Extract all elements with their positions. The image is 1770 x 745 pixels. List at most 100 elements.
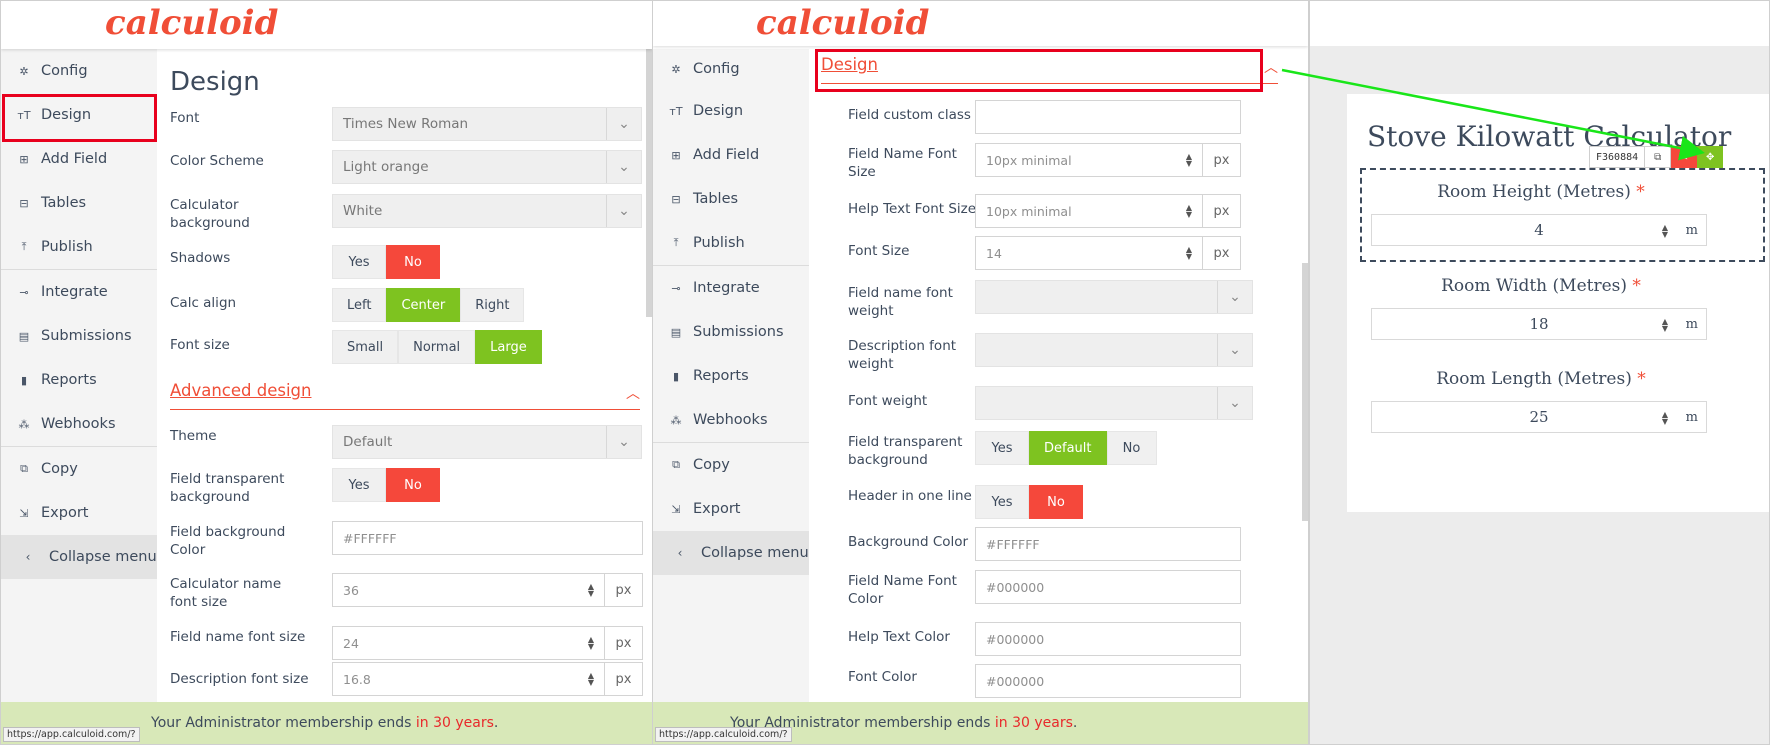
sidebar-item-design[interactable]: ᴛT Design — [1, 93, 157, 137]
field-name-font-size-input[interactable]: 24 ▲ ▼ — [332, 626, 605, 660]
stepper-icon[interactable]: ▲ ▼ — [588, 636, 594, 651]
field-transparent-yes-button[interactable]: Yes — [332, 468, 386, 502]
help-text-font-size-input[interactable]: 10px minimal ▲ ▼ — [975, 194, 1203, 228]
calculator-preview-pane: Stove Kilowatt Calculator F360884 ⧉ ✎ ✥ … — [1309, 0, 1770, 745]
sidebar-item-reports[interactable]: ▮ Reports — [653, 354, 809, 398]
theme-select[interactable]: Default ⌄ — [332, 425, 642, 459]
design-section-title: Design — [821, 55, 878, 74]
sidebar-item-export[interactable]: ⇲ Export — [653, 487, 809, 531]
webhook-icon: ⁂ — [18, 417, 30, 431]
sidebar-item-collapse-menu[interactable]: ‹ Collapse menu — [653, 531, 809, 575]
font-select[interactable]: Times New Roman ⌄ — [332, 107, 642, 141]
stepper-icon[interactable]: ▲ ▼ — [588, 583, 594, 598]
sidebar-item-submissions[interactable]: ▤ Submissions — [1, 314, 157, 358]
stepper-icon[interactable]: ▲ ▼ — [1186, 246, 1192, 261]
sidebar-item-label: Publish — [693, 235, 745, 251]
chevron-down-icon: ⌄ — [606, 426, 641, 458]
stepper-icon[interactable]: ▲ ▼ — [1186, 204, 1192, 219]
stepper-icon[interactable]: ▲ ▼ — [1662, 224, 1668, 239]
chevron-down-icon: ⌄ — [606, 151, 641, 183]
room-width-input[interactable]: 18 ▲ ▼ m — [1371, 308, 1707, 340]
stepper-icon[interactable]: ▲ ▼ — [1662, 318, 1668, 333]
text-size-icon: ᴛT — [669, 104, 683, 118]
text-size-icon: ᴛT — [17, 108, 31, 122]
move-field-icon[interactable]: ✥ — [1697, 146, 1724, 168]
sidebar-item-export[interactable]: ⇲ Export — [1, 491, 157, 535]
field-transparent-yes-button[interactable]: Yes — [975, 431, 1029, 465]
custom-class-input[interactable] — [975, 100, 1241, 134]
field-transparent-row: Field transparent background Yes No — [170, 468, 640, 508]
field-label-text: Room Height (Metres) — [1437, 182, 1631, 202]
duplicate-field-icon[interactable]: ⧉ — [1645, 146, 1672, 168]
font-size-small-button[interactable]: Small — [332, 330, 399, 364]
scrollbar[interactable] — [1302, 263, 1308, 521]
stepper-icon[interactable]: ▲ ▼ — [1662, 411, 1668, 426]
sidebar-item-config[interactable]: ✲ Config — [1, 49, 157, 93]
status-url: https://app.calculoid.com/? — [3, 727, 140, 742]
sidebar-item-publish[interactable]: ⤒ Publish — [1, 225, 157, 269]
sidebar-item-reports[interactable]: ▮ Reports — [1, 358, 157, 402]
field-bg-color-input[interactable]: #FFFFFF — [332, 521, 643, 555]
advanced-design-header[interactable]: Advanced design ︿ — [170, 381, 640, 410]
sidebar-item-label: Webhooks — [693, 412, 768, 428]
calc-name-font-size-input[interactable]: 36 ▲ ▼ — [332, 573, 605, 607]
calc-background-select[interactable]: White ⌄ — [332, 194, 642, 228]
room-length-input[interactable]: 25 ▲ ▼ m — [1371, 401, 1707, 433]
chevron-left-icon: ‹ — [25, 550, 31, 564]
sidebar-item-label: Design — [693, 103, 744, 119]
field-transparent-no-button[interactable]: No — [1106, 431, 1157, 465]
header-one-line-no-button[interactable]: No — [1029, 485, 1083, 519]
room-height-input[interactable]: 4 ▲ ▼ m — [1371, 214, 1707, 246]
sidebar-item-webhooks[interactable]: ⁂ Webhooks — [653, 398, 809, 442]
font-size-toggle: Small Normal Large — [332, 330, 542, 364]
shadows-yes-button[interactable]: Yes — [332, 245, 386, 279]
font-size-large-button[interactable]: Large — [475, 330, 542, 364]
sidebar-item-copy[interactable]: ⧉ Copy — [653, 443, 809, 487]
copy-icon: ⧉ — [20, 462, 28, 475]
field-name-font-weight-select[interactable]: ⌄ — [975, 280, 1253, 314]
px-unit-label: px — [605, 662, 643, 696]
calculoid-logo[interactable]: calculoid — [105, 3, 278, 43]
sidebar-item-add-field[interactable]: ⊞ Add Field — [1, 137, 157, 181]
sidebar-item-integrate[interactable]: ⊸ Integrate — [1, 270, 157, 314]
sidebar-item-tables[interactable]: ⊟ Tables — [653, 177, 809, 221]
font-color-input[interactable]: #000000 — [975, 664, 1241, 698]
font-weight-select[interactable]: ⌄ — [975, 386, 1253, 420]
stepper-icon[interactable]: ▲ ▼ — [1186, 153, 1192, 168]
sidebar-item-label: Collapse menu — [701, 545, 809, 561]
description-font-size-input[interactable]: 16.8 ▲ ▼ — [332, 662, 605, 696]
shadows-no-button[interactable]: No — [386, 245, 440, 279]
sidebar-item-copy[interactable]: ⧉ Copy — [1, 447, 157, 491]
sidebar-item-label: Design — [41, 107, 92, 123]
sidebar-item-add-field[interactable]: ⊞ Add Field — [653, 133, 809, 177]
description-font-weight-select[interactable]: ⌄ — [975, 333, 1253, 367]
input-value: 18 — [1529, 315, 1549, 333]
align-right-button[interactable]: Right — [460, 288, 525, 322]
sidebar-item-collapse-menu[interactable]: ‹ Collapse menu — [1, 535, 157, 579]
align-left-button[interactable]: Left — [332, 288, 387, 322]
help-text-color-input[interactable]: #000000 — [975, 622, 1241, 656]
stepper-icon[interactable]: ▲ ▼ — [588, 672, 594, 687]
font-size-input[interactable]: 14 ▲ ▼ — [975, 236, 1203, 270]
calculoid-logo[interactable]: calculoid — [756, 3, 929, 43]
sidebar-item-publish[interactable]: ⤒ Publish — [653, 221, 809, 265]
sidebar-item-submissions[interactable]: ▤ Submissions — [653, 310, 809, 354]
field-transparent-default-button[interactable]: Default — [1029, 431, 1107, 465]
upload-icon: ⤒ — [673, 236, 679, 249]
sidebar-item-config[interactable]: ✲ Config — [653, 49, 809, 89]
field-name-font-size-input[interactable]: 10px minimal ▲ ▼ — [975, 143, 1203, 177]
background-color-input[interactable]: #FFFFFF — [975, 527, 1241, 561]
header-one-line-yes-button[interactable]: Yes — [975, 485, 1029, 519]
field-name-font-color-input[interactable]: #000000 — [975, 570, 1241, 604]
sidebar-item-design[interactable]: ᴛT Design — [653, 89, 809, 133]
sidebar-item-tables[interactable]: ⊟ Tables — [1, 181, 157, 225]
sidebar-item-integrate[interactable]: ⊸ Integrate — [653, 266, 809, 310]
font-size-label: Font Size — [848, 243, 910, 259]
color-scheme-select[interactable]: Light orange ⌄ — [332, 150, 642, 184]
design-section-header[interactable]: Design ︿ — [821, 55, 1278, 84]
align-center-button[interactable]: Center — [386, 288, 461, 322]
edit-field-icon[interactable]: ✎ — [1671, 146, 1698, 168]
font-size-normal-button[interactable]: Normal — [398, 330, 476, 364]
sidebar-item-webhooks[interactable]: ⁂ Webhooks — [1, 402, 157, 446]
field-transparent-no-button[interactable]: No — [386, 468, 440, 502]
